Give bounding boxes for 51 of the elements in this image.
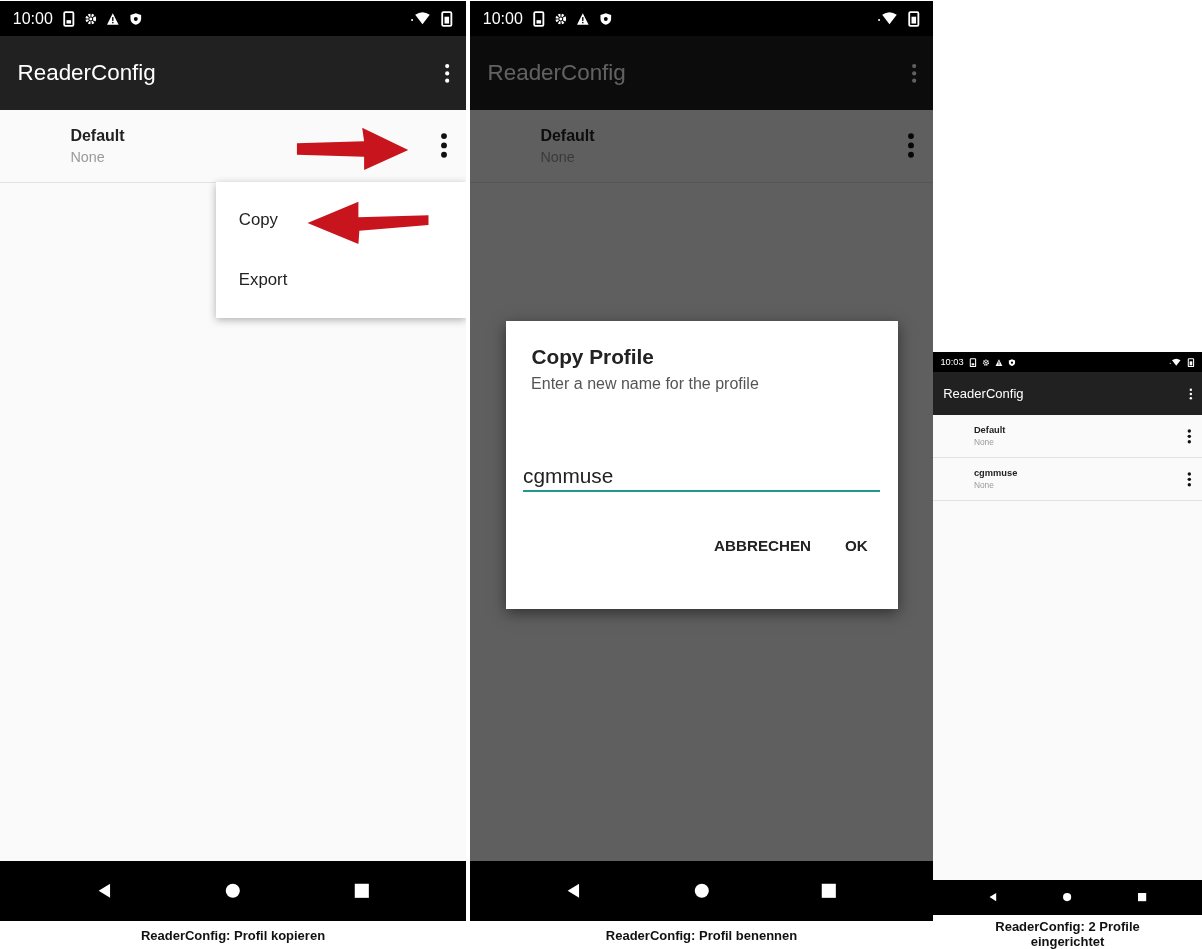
home-icon[interactable] — [1062, 892, 1073, 903]
battery-icon — [1186, 357, 1195, 367]
profile-subtitle: None — [973, 480, 995, 491]
shield-icon — [598, 10, 613, 27]
more-options-icon[interactable] — [440, 131, 449, 161]
profile-name: Default — [70, 126, 126, 145]
status-time: 10:03 — [940, 357, 964, 368]
screenshot-caption: ReaderConfig: Profil benennen — [605, 927, 798, 945]
profile-row[interactable]: cgmmuse None — [933, 458, 1202, 501]
profile-row[interactable]: Default None — [933, 415, 1202, 459]
home-icon[interactable] — [224, 882, 242, 900]
more-options-icon[interactable] — [1187, 427, 1192, 445]
battery-icon — [968, 357, 977, 367]
wifi-icon — [877, 10, 898, 27]
battery-icon — [61, 10, 76, 27]
battery-icon — [906, 10, 921, 27]
dialog-message: Enter a new name for the profile — [530, 375, 760, 394]
battery-icon — [531, 10, 546, 27]
more-options-icon[interactable] — [1187, 470, 1192, 488]
wifi-icon — [410, 10, 431, 27]
profile-subtitle: None — [973, 437, 995, 448]
home-icon[interactable] — [692, 882, 711, 900]
warning-icon — [994, 357, 1003, 367]
recents-icon[interactable] — [1136, 892, 1147, 903]
menu-item[interactable]: Copy — [238, 209, 278, 230]
profile-name: Default — [973, 425, 1007, 435]
screenshot-caption: ReaderConfig: 2 Profile eingerichtet — [994, 918, 1141, 949]
shield-icon — [128, 10, 143, 27]
app-title: ReaderConfig — [487, 60, 626, 86]
more-options-icon[interactable] — [443, 62, 450, 84]
recents-icon[interactable] — [352, 882, 371, 900]
dialog-button[interactable]: ABBRECHEN — [701, 528, 824, 562]
profile-name: cgmmuse — [973, 467, 1019, 478]
shield-icon — [1007, 357, 1016, 367]
screenshot-caption: ReaderConfig: Profil kopieren — [140, 927, 326, 945]
menu-item[interactable]: Export — [238, 269, 288, 290]
battery-icon — [439, 10, 454, 27]
dialog-button[interactable]: OK — [832, 528, 880, 562]
profile-name: Default — [540, 126, 596, 145]
profile-subtitle: None — [70, 148, 106, 165]
dialog-title: Copy Profile — [530, 345, 655, 369]
app-title: ReaderConfig — [17, 60, 156, 86]
status-time: 10:00 — [482, 9, 523, 28]
status-time: 10:00 — [12, 9, 53, 28]
back-icon[interactable] — [988, 892, 999, 903]
recents-icon[interactable] — [820, 882, 838, 900]
input-field[interactable]: cgmmuse — [523, 462, 880, 493]
app-title: ReaderConfig — [943, 386, 1024, 402]
more-options-icon[interactable] — [1189, 387, 1193, 400]
settings-icon — [981, 357, 990, 367]
wifi-icon — [1169, 357, 1182, 367]
